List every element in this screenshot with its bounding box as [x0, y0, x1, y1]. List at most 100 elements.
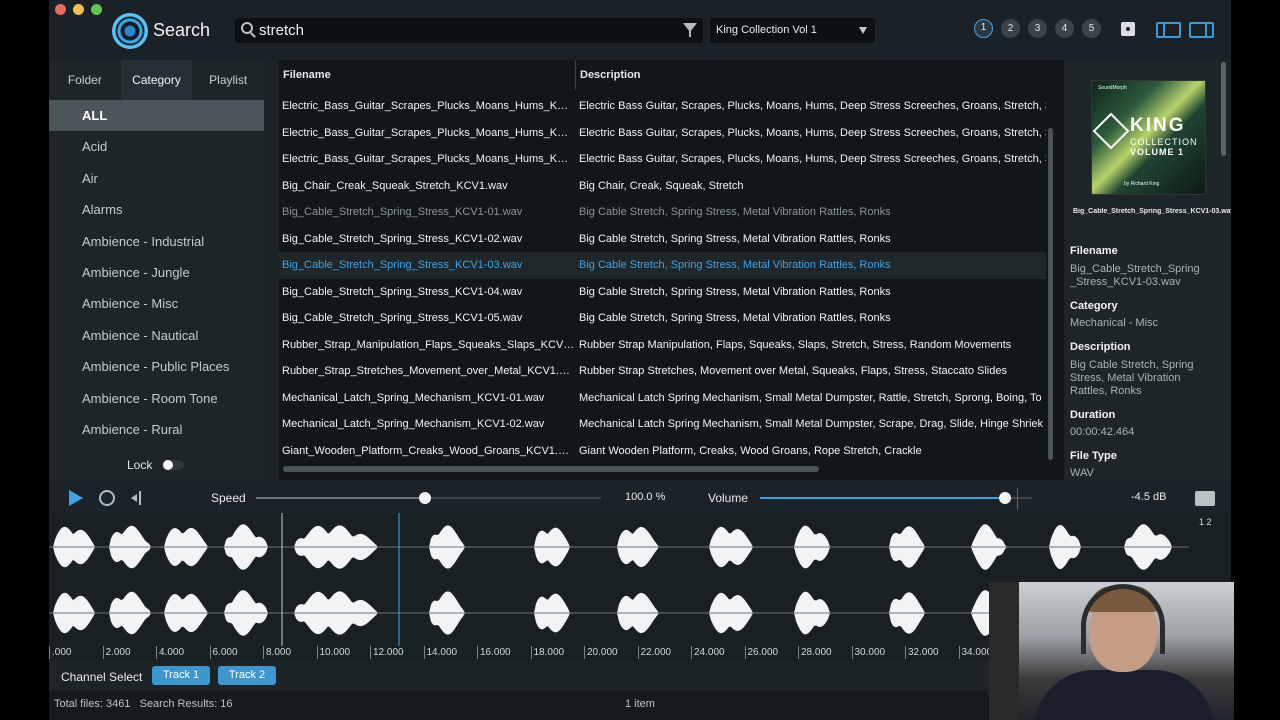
results-table: Filename Description Electric_Bass_Guita… [279, 60, 1064, 480]
table-row[interactable]: Rubber_Strap_Stretches_Movement_over_Met… [279, 358, 1046, 385]
minimize-window-button[interactable] [73, 4, 84, 15]
table-row[interactable]: Big_Chair_Creak_Squeak_Stretch_KCV1.wav B… [279, 173, 1046, 200]
cell-filename: Big_Cable_Stretch_Spring_Stress_KCV1-03.… [282, 259, 523, 271]
loop-icon[interactable] [99, 490, 115, 506]
table-row[interactable]: Electric_Bass_Guitar_Scrapes_Plucks_Moan… [279, 146, 1046, 173]
cell-filename: Electric_Bass_Guitar_Scrapes_Plucks_Moan… [282, 100, 576, 112]
table-horizontal-scrollbar[interactable] [283, 466, 819, 472]
cover-brand: SoundMorph [1098, 85, 1127, 91]
timeline-tick: 28.000 [798, 646, 832, 659]
page-button-5[interactable]: 5 [1082, 19, 1101, 38]
category-item[interactable]: Ambience - Rural [49, 414, 264, 445]
category-item[interactable]: Ambience - Nautical [49, 320, 264, 351]
cell-filename: Rubber_Strap_Stretches_Movement_over_Met… [282, 365, 576, 377]
volume-slider-knob[interactable] [998, 492, 1011, 504]
webcam-person-body [1034, 670, 1214, 720]
cover-title: KING [1130, 115, 1186, 136]
category-item[interactable]: Air [49, 163, 264, 194]
layout-left-panel-icon[interactable] [1156, 22, 1181, 38]
cell-filename: Rubber_Strap_Manipulation_Flaps_Squeaks_… [282, 338, 576, 351]
cover-byline: by Richard King [1124, 181, 1160, 187]
category-item[interactable]: Ambience - Industrial [49, 226, 264, 257]
page-button-1[interactable]: 1 [974, 19, 993, 38]
cover-caption: Big_Cable_Stretch_Spring_Stress_KCV1-03.… [1073, 208, 1231, 215]
timeline-tick: 14.000 [423, 646, 457, 659]
random-dice-icon[interactable] [1121, 22, 1135, 36]
status-selection-count: 1 item [625, 698, 655, 710]
page-button-4[interactable]: 4 [1055, 19, 1074, 38]
volume-slider-fill [760, 497, 1005, 499]
table-body: Electric_Bass_Guitar_Scrapes_Plucks_Moan… [279, 93, 1046, 464]
app-logo-icon [112, 13, 148, 49]
table-row[interactable]: Big_Cable_Stretch_Spring_Stress_KCV1-04.… [279, 279, 1046, 306]
speed-label: Speed [211, 491, 246, 505]
webcam-background [989, 582, 1019, 720]
column-header-filename[interactable]: Filename [279, 60, 576, 90]
filetype-value: WAV [1070, 467, 1094, 479]
page-buttons: 1 2 3 4 5 [974, 19, 1101, 38]
speed-slider[interactable] [256, 492, 601, 504]
cell-filename: Electric_Bass_Guitar_Scrapes_Plucks_Moan… [282, 153, 576, 165]
category-item[interactable]: Ambience - Public Places [49, 351, 264, 382]
cell-filename: Mechanical_Latch_Spring_Mechanism_KCV1-0… [282, 418, 545, 430]
lock-label: Lock [127, 458, 153, 472]
cell-description: Electric Bass Guitar, Scrapes, Plucks, M… [579, 100, 1046, 112]
folder-icon[interactable] [1195, 491, 1215, 506]
category-item[interactable]: Ambience - Room Tone [49, 383, 264, 414]
table-row[interactable]: Electric_Bass_Guitar_Scrapes_Plucks_Moan… [279, 120, 1046, 147]
table-row[interactable]: Electric_Bass_Guitar_Scrapes_Plucks_Moan… [279, 93, 1046, 120]
maximize-window-button[interactable] [91, 4, 102, 15]
lock-toggle[interactable] [162, 460, 184, 470]
status-file-counts: Total files: 3461 Search Results: 16 [54, 698, 233, 710]
tab-playlist[interactable]: Playlist [192, 60, 264, 100]
album-cover: SoundMorph KING COLLECTION VOLUME 1 by R… [1091, 80, 1206, 195]
page-button-3[interactable]: 3 [1028, 19, 1047, 38]
channel-numbers: 1 2 [1199, 517, 1212, 527]
volume-slider[interactable] [760, 492, 1032, 504]
split-icon[interactable] [131, 491, 149, 505]
tab-category[interactable]: Category [120, 60, 193, 100]
timeline-tick: 8.000 [263, 646, 291, 659]
collection-dropdown[interactable]: King Collection Vol 1 [710, 18, 875, 43]
sidebar: Folder Category Playlist ALL Acid Air Al… [49, 60, 264, 480]
cell-description: Rubber Strap Manipulation, Flaps, Squeak… [579, 338, 1012, 351]
table-row[interactable]: Mechanical_Latch_Spring_Mechanism_KCV1-0… [279, 385, 1046, 412]
page-button-2[interactable]: 2 [1001, 19, 1020, 38]
detail-scrollbar[interactable] [1221, 62, 1226, 156]
search-box [235, 18, 703, 43]
category-item[interactable]: Acid [49, 131, 264, 162]
search-input[interactable] [259, 21, 659, 40]
table-row[interactable]: Big_Cable_Stretch_Spring_Stress_KCV1-02.… [279, 226, 1046, 253]
timeline-tick: 24.000 [691, 646, 725, 659]
volume-label: Volume [708, 491, 749, 505]
category-item[interactable]: ALL [49, 100, 264, 132]
category-item[interactable]: Ambience - Misc [49, 288, 264, 319]
table-row[interactable]: Rubber_Strap_Manipulation_Flaps_Squeaks_… [279, 332, 1046, 359]
table-row-selected[interactable]: Big_Cable_Stretch_Spring_Stress_KCV1-03.… [279, 252, 1046, 279]
speed-slider-knob[interactable] [419, 492, 432, 504]
table-row[interactable]: Mechanical_Latch_Spring_Mechanism_KCV1-0… [279, 411, 1046, 438]
tab-folder[interactable]: Folder [49, 60, 121, 100]
table-vertical-scrollbar[interactable] [1048, 128, 1053, 460]
track-2-button[interactable]: Track 2 [218, 666, 276, 685]
filename-value: Big_Cable_Stretch_Spring_Stress_KCV1-03.… [1070, 263, 1200, 288]
table-row[interactable]: Giant_Wooden_Platform_Creaks_Wood_Groans… [279, 438, 1046, 465]
play-icon[interactable] [69, 490, 83, 506]
close-window-button[interactable] [55, 4, 66, 15]
cell-filename: Mechanical_Latch_Spring_Mechanism_KCV1-0… [282, 391, 545, 404]
cell-description: Electric Bass Guitar, Scrapes, Plucks, M… [579, 153, 1046, 165]
duration-label: Duration [1070, 409, 1116, 421]
category-list: ALL Acid Air Alarms Ambience - Industria… [49, 100, 264, 445]
speed-value: 100.0 % [625, 491, 666, 503]
table-row[interactable]: Big_Cable_Stretch_Spring_Stress_KCV1-01.… [279, 199, 1046, 226]
category-item[interactable]: Ambience - Jungle [49, 257, 264, 288]
column-header-description[interactable]: Description [576, 60, 641, 90]
table-row[interactable]: Big_Cable_Stretch_Spring_Stress_KCV1-05.… [279, 305, 1046, 332]
layout-right-panel-icon[interactable] [1189, 22, 1214, 38]
filter-icon[interactable] [683, 23, 697, 37]
category-item[interactable]: Alarms [49, 194, 264, 225]
table-header: Filename Description [279, 60, 1064, 90]
track-1-button[interactable]: Track 1 [152, 666, 210, 685]
cell-description: Big Cable Stretch, Spring Stress, Metal … [579, 285, 891, 298]
detail-panel: SoundMorph KING COLLECTION VOLUME 1 by R… [1066, 60, 1231, 480]
